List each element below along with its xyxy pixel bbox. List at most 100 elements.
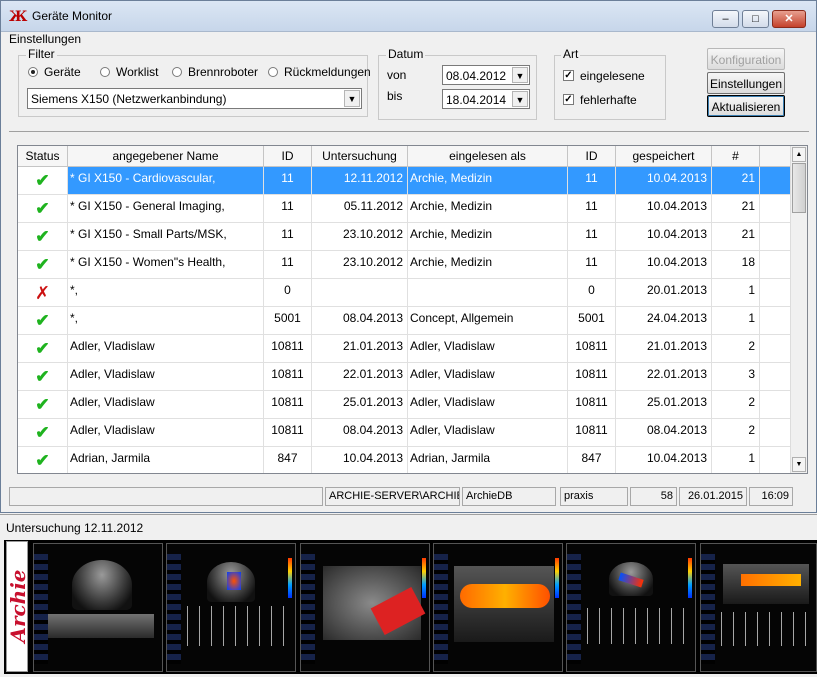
cell-exam: 21.01.2013: [312, 335, 408, 363]
checkbox-fehlerhafte-label[interactable]: fehlerhafte: [580, 93, 637, 107]
cell-read-as: Adrian, Jarmila: [408, 447, 568, 473]
date-from-label: von: [387, 68, 407, 82]
cell-id: 10811: [264, 419, 312, 447]
date-to-picker[interactable]: 18.04.2014 ▼: [442, 89, 530, 109]
radio-worklist[interactable]: [100, 67, 110, 77]
cell-name: * GI X150 - Cardiovascular,: [68, 167, 264, 195]
cell-exam: 10.04.2013: [312, 447, 408, 473]
cell-empty: [760, 419, 791, 447]
cell-exam: 23.10.2012: [312, 251, 408, 279]
cell-count: 21: [712, 167, 760, 195]
cell-exam: 08.04.2013: [312, 307, 408, 335]
col-header-name[interactable]: angegebener Name: [68, 146, 264, 167]
table-row[interactable]: ✔ * GI X150 - General Imaging, 11 05.11.201…: [18, 195, 791, 223]
cell-status: ✔: [18, 419, 68, 447]
maximize-button[interactable]: □: [742, 10, 769, 28]
cell-read-as: Adler, Vladislaw: [408, 419, 568, 447]
color-doppler-spectral-image[interactable]: [566, 543, 696, 672]
geraete-monitor-window: Ж Geräte Monitor – □ ✕ Einstellungen Fil…: [0, 0, 817, 513]
cell-read-as: Adler, Vladislaw: [408, 363, 568, 391]
cell-count: 2: [712, 391, 760, 419]
echo-cardio-image[interactable]: [33, 543, 163, 672]
vascular-color-doppler-image[interactable]: [300, 543, 430, 672]
col-header-status[interactable]: Status: [18, 146, 68, 167]
cell-status: ✔: [18, 391, 68, 419]
scroll-thumb[interactable]: [792, 163, 806, 213]
table-row[interactable]: ✔ * GI X150 - Small Parts/MSK, 11 23.10.201…: [18, 223, 791, 251]
col-header-saved[interactable]: gespeichert: [616, 146, 712, 167]
error-cross-icon: ✗: [34, 283, 51, 303]
cell-name: Adler, Vladislaw: [68, 363, 264, 391]
cell-id2: 11: [568, 195, 616, 223]
settings-group-label: Einstellungen: [9, 32, 82, 46]
cell-read-as: Archie, Medizin: [408, 251, 568, 279]
cell-status: ✔: [18, 195, 68, 223]
col-header-read-as[interactable]: eingelesen als: [408, 146, 568, 167]
date-from-picker[interactable]: 08.04.2012 ▼: [442, 65, 530, 85]
results-table[interactable]: Status angegebener Name ID Untersuchung …: [17, 145, 808, 474]
preview-title: Untersuchung 12.11.2012: [6, 521, 144, 535]
radio-worklist-label[interactable]: Worklist: [116, 65, 158, 79]
table-row[interactable]: ✔ Adler, Vladislaw 10811 25.01.2013 Adler, V…: [18, 391, 791, 419]
radio-rueckmeldungen[interactable]: [268, 67, 278, 77]
cell-empty: [760, 195, 791, 223]
radio-brennroboter[interactable]: [172, 67, 182, 77]
date-to-label: bis: [387, 89, 403, 103]
minimize-button[interactable]: –: [712, 10, 739, 28]
chevron-down-icon[interactable]: ▼: [344, 90, 360, 107]
cell-saved: 10.04.2013: [616, 167, 712, 195]
cell-id: 847: [264, 447, 312, 473]
checkbox-eingelesene[interactable]: ✓: [563, 70, 574, 81]
cell-id2: 11: [568, 251, 616, 279]
table-row[interactable]: ✔ Adler, Vladislaw 10811 22.01.2013 Adler, V…: [18, 363, 791, 391]
carotid-power-doppler-image[interactable]: [433, 543, 563, 672]
cell-saved: 25.01.2013: [616, 391, 712, 419]
radio-geraete-label[interactable]: Geräte: [44, 65, 81, 79]
cell-id: 11: [264, 223, 312, 251]
table-row[interactable]: ✔ * GI X150 - Women"s Health, 11 23.10.2012…: [18, 251, 791, 279]
table-row[interactable]: ✗ *, 0 0 20.01.2013 1: [18, 279, 791, 307]
table-row[interactable]: ✔ *, 5001 08.04.2013 Concept, Allgemein 5001 2…: [18, 307, 791, 335]
refresh-button[interactable]: Aktualisieren: [707, 95, 785, 117]
table-row[interactable]: ✔ Adrian, Jarmila 847 10.04.2013 Adrian, Jar…: [18, 447, 791, 473]
radio-geraete[interactable]: [28, 67, 38, 77]
col-header-id2[interactable]: ID: [568, 146, 616, 167]
cell-saved: 24.04.2013: [616, 307, 712, 335]
col-header-count[interactable]: #: [712, 146, 760, 167]
archie-logo-text: Archie: [6, 569, 30, 643]
chevron-down-icon[interactable]: ▼: [512, 91, 528, 107]
scroll-up-icon[interactable]: ▲: [792, 147, 806, 162]
cell-empty: [760, 251, 791, 279]
settings-button[interactable]: Einstellungen: [707, 72, 785, 94]
checkbox-fehlerhafte[interactable]: ✓: [563, 94, 574, 105]
cell-status: ✔: [18, 335, 68, 363]
cell-empty: [760, 223, 791, 251]
cell-status: ✔: [18, 251, 68, 279]
checkbox-eingelesene-label[interactable]: eingelesene: [580, 69, 645, 83]
cell-exam: 22.01.2013: [312, 363, 408, 391]
filter-group-label: Filter: [26, 47, 57, 61]
radio-brennroboter-label[interactable]: Brennroboter: [188, 65, 258, 79]
spectral-doppler-image[interactable]: [700, 543, 817, 672]
col-header-id[interactable]: ID: [264, 146, 312, 167]
vertical-scrollbar[interactable]: ▲ ▼: [790, 146, 807, 473]
close-button[interactable]: ✕: [772, 10, 806, 28]
device-select[interactable]: Siemens X150 (Netzwerkanbindung) ▼: [27, 88, 362, 109]
statusbar-empty: [9, 487, 323, 506]
col-header-exam[interactable]: Untersuchung: [312, 146, 408, 167]
table-row[interactable]: ✔ Adler, Vladislaw 10811 21.01.2013 Adler, V…: [18, 335, 791, 363]
table-row[interactable]: ✔ Adler, Vladislaw 10811 08.04.2013 Adler, V…: [18, 419, 791, 447]
cell-empty: [760, 335, 791, 363]
cell-count: 3: [712, 363, 760, 391]
radio-rueckmeldungen-label[interactable]: Rückmeldungen: [284, 65, 371, 79]
checkmark-icon: ✔: [35, 367, 50, 386]
cell-count: 21: [712, 195, 760, 223]
configuration-button[interactable]: Konfiguration: [707, 48, 785, 70]
cell-exam: 08.04.2013: [312, 419, 408, 447]
cell-status: ✔: [18, 307, 68, 335]
chevron-down-icon[interactable]: ▼: [512, 67, 528, 83]
table-row[interactable]: ✔ * GI X150 - Cardiovascular, 11 12.11.2012…: [18, 167, 791, 195]
scroll-down-icon[interactable]: ▼: [792, 457, 806, 472]
cell-id: 5001: [264, 307, 312, 335]
doppler-spectral-image[interactable]: [166, 543, 296, 672]
